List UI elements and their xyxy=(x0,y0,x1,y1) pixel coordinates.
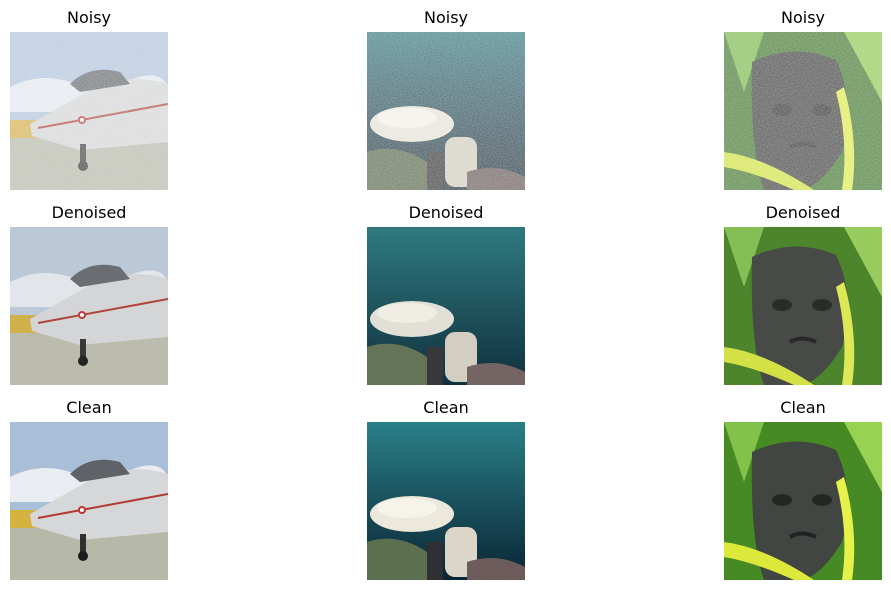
panel-title: Noisy xyxy=(780,8,825,27)
panel-title: Clean xyxy=(780,398,826,417)
panel-title: Clean xyxy=(423,398,469,417)
stone-head-statue-denoised-image xyxy=(724,227,882,385)
panel-title: Denoised xyxy=(408,203,484,222)
panel-title: Noisy xyxy=(66,8,111,27)
stone-head-statue-noisy-image xyxy=(724,32,882,190)
underwater-coral-denoised-image xyxy=(367,227,525,385)
underwater-coral-noisy-image xyxy=(367,32,525,190)
jet-aircraft-clean-image xyxy=(10,422,168,580)
jet-aircraft-noisy-image xyxy=(10,32,168,190)
panel-title: Denoised xyxy=(51,203,127,222)
panel-title: Clean xyxy=(66,398,112,417)
jet-aircraft-denoised-image xyxy=(10,227,168,385)
stone-head-statue-clean-image xyxy=(724,422,882,580)
panel-title: Noisy xyxy=(423,8,468,27)
panel-title: Denoised xyxy=(765,203,841,222)
underwater-coral-clean-image xyxy=(367,422,525,580)
